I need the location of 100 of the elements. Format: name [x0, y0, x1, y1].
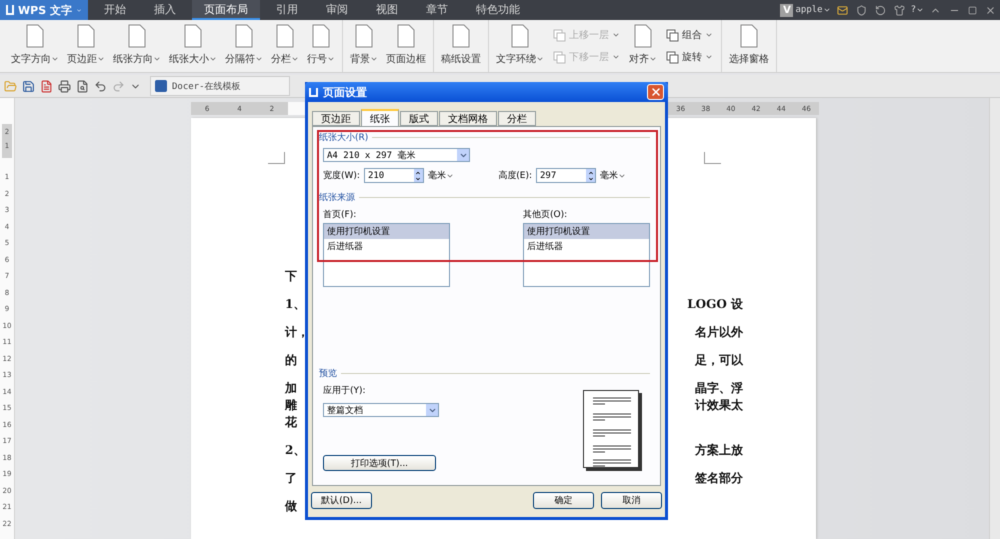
save-icon[interactable] — [22, 80, 35, 92]
dialog-tab[interactable]: 纸张 — [361, 109, 399, 126]
apply-to-select[interactable]: 整篇文档 — [323, 403, 439, 417]
app-logo-icon — [309, 88, 318, 96]
menu-tab[interactable]: 视图 — [364, 0, 410, 20]
dialog-button[interactable]: 取消 — [601, 492, 662, 509]
ribbon-button[interactable]: 分隔符 — [222, 20, 266, 72]
dialog-tab[interactable]: 文档网格 — [439, 111, 497, 126]
app-logo-icon — [6, 5, 14, 15]
undo-icon[interactable] — [94, 80, 107, 92]
caret-icon — [822, 6, 831, 14]
field-label: 宽度(W): — [323, 170, 360, 182]
page-icon — [25, 24, 45, 48]
dialog-tab[interactable]: 分栏 — [498, 111, 536, 126]
mail-icon[interactable] — [836, 4, 848, 16]
paper-size-select[interactable]: A4 210 x 297 毫米 — [323, 148, 470, 162]
layers-icon — [666, 50, 679, 64]
ribbon-small-button[interactable]: 组合 — [664, 27, 715, 43]
unit-dropdown[interactable]: 毫米 — [428, 169, 454, 182]
text-line: 做 — [285, 498, 297, 515]
account-menu[interactable]: apple — [793, 0, 833, 20]
page-icon — [311, 24, 331, 48]
text-line: 方案上放 — [695, 442, 743, 459]
list-item[interactable]: 使用打印机设置 — [524, 224, 649, 239]
spin-icon[interactable] — [586, 169, 595, 182]
ribbon-button[interactable]: 选择窗格 — [726, 20, 772, 72]
page-icon — [396, 24, 416, 48]
menu-tab[interactable]: 引用 — [264, 0, 310, 20]
field-label: 应用于(Y): — [323, 384, 367, 397]
ribbon-button[interactable]: 稿纸设置 — [438, 20, 484, 72]
caret-icon — [705, 53, 713, 61]
caret-icon — [536, 55, 544, 63]
close-icon[interactable] — [985, 4, 996, 16]
help-menu[interactable]: ? — [908, 0, 926, 20]
ribbon-button[interactable]: 背景 — [347, 20, 381, 72]
caret-icon — [153, 55, 161, 63]
text-line: 花 — [285, 414, 297, 431]
caret-icon — [209, 55, 217, 63]
ribbon-button[interactable]: 行号 — [304, 20, 338, 72]
group-title: 预览 — [319, 368, 337, 380]
list-item[interactable]: 后进纸器 — [324, 239, 449, 254]
unit-dropdown[interactable]: 毫米 — [600, 169, 626, 182]
page-icon — [127, 24, 147, 48]
list-item[interactable]: 使用打印机设置 — [324, 224, 449, 239]
page-icon — [76, 24, 96, 48]
document-tab[interactable]: Docer-在线模板 — [150, 76, 290, 96]
pdf-icon[interactable] — [40, 80, 53, 92]
app-menu-button[interactable]: WPS 文字 — [0, 0, 88, 20]
width-field[interactable]: 210 — [364, 168, 424, 183]
field-label: 高度(E): — [498, 170, 532, 182]
ribbon-button[interactable]: 文字方向 — [8, 20, 62, 72]
text-line: 足，可以 — [695, 352, 743, 369]
print-preview-icon[interactable] — [76, 80, 89, 92]
ribbon-button[interactable]: 对齐 — [626, 20, 660, 72]
ribbon-button[interactable]: 分栏 — [268, 20, 302, 72]
menu-tab[interactable]: 开始 — [92, 0, 138, 20]
menu-tab[interactable]: 审阅 — [314, 0, 360, 20]
text-line: 雕 — [285, 397, 297, 414]
close-button[interactable] — [647, 84, 664, 100]
print-icon[interactable] — [58, 80, 71, 92]
menu-tab[interactable]: 章节 — [414, 0, 460, 20]
ribbon-button[interactable]: 页边距 — [64, 20, 108, 72]
ribbon-button[interactable]: 纸张方向 — [110, 20, 164, 72]
menu-tab[interactable]: 特色功能 — [464, 0, 532, 20]
menu-tab[interactable]: 页面布局 — [192, 0, 260, 20]
menu-tab[interactable]: 插入 — [142, 0, 188, 20]
page-icon — [183, 24, 203, 48]
ribbon-button[interactable]: 页面边框 — [383, 20, 429, 72]
page-icon — [354, 24, 374, 48]
ribbon-small-button[interactable]: 旋转 — [664, 49, 715, 65]
dialog-title: 页面设置 — [323, 84, 368, 100]
caret-icon — [446, 172, 454, 180]
dialog-tab[interactable]: 页边距 — [312, 111, 360, 126]
caret-icon — [291, 55, 299, 63]
height-field[interactable]: 297 — [536, 168, 596, 183]
scrollbar[interactable] — [989, 98, 1000, 539]
page-icon — [633, 24, 653, 48]
caret-icon — [916, 6, 924, 14]
dialog-tab[interactable]: 版式 — [400, 111, 438, 126]
print-options-button[interactable]: 打印选项(T)... — [323, 455, 436, 471]
restore-icon[interactable] — [968, 6, 977, 14]
dialog-button[interactable]: 默认(D)... — [311, 492, 372, 509]
dialog-button[interactable]: 确定 — [533, 492, 594, 509]
caret-icon — [649, 55, 657, 63]
sync-icon[interactable] — [874, 4, 886, 16]
spin-icon[interactable] — [414, 169, 423, 182]
shirt-icon[interactable] — [894, 4, 905, 16]
caret-icon — [97, 55, 105, 63]
page-icon — [510, 24, 530, 48]
caret-icon — [618, 172, 626, 180]
text-line: 加 — [285, 380, 297, 397]
caret-icon — [612, 53, 620, 61]
list-item[interactable]: 后进纸器 — [524, 239, 649, 254]
caret-icon — [370, 55, 378, 63]
ribbon-button[interactable]: 文字环绕 — [493, 20, 547, 72]
shield-icon[interactable] — [856, 4, 867, 16]
caret-icon — [327, 55, 335, 63]
caret-icon — [51, 55, 59, 63]
ribbon-button[interactable]: 纸张大小 — [166, 20, 220, 72]
text-line: 的 — [285, 352, 297, 369]
